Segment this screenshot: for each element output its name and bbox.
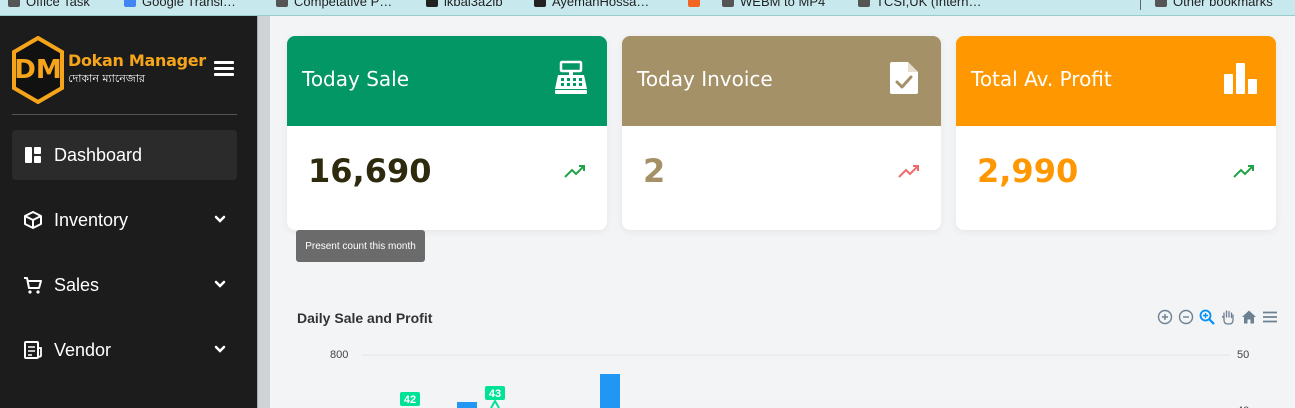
bookmark-item[interactable]: Competative P… bbox=[276, 0, 392, 9]
card-total-av-profit[interactable]: Total Av. Profit 2,990 bbox=[956, 36, 1276, 230]
trend-up-icon bbox=[564, 165, 585, 178]
bookmark-item[interactable]: WEBM to MP4 bbox=[722, 0, 825, 9]
bookmark-item[interactable]: Other bookmarks bbox=[1155, 0, 1273, 9]
bookmark-icon bbox=[276, 0, 288, 7]
bookmark-label: Office Task bbox=[26, 0, 90, 9]
bookmark-item[interactable]: AyemanHossa… bbox=[534, 0, 649, 9]
y-right-tick: 50 bbox=[1237, 349, 1249, 361]
card-header: Total Av. Profit bbox=[956, 36, 1276, 126]
bookmark-icon bbox=[534, 0, 546, 7]
cart-icon bbox=[22, 274, 44, 296]
bookmark-item[interactable]: Office Task bbox=[8, 0, 90, 9]
chart-toolbar bbox=[1156, 308, 1278, 325]
bookmark-icon bbox=[688, 0, 700, 7]
sidebar-item-dashboard[interactable]: Dashboard bbox=[12, 130, 237, 180]
bookmark-icon bbox=[722, 0, 734, 7]
dashboard-icon bbox=[22, 144, 44, 166]
bookmark-label: ikbal3a2ib bbox=[444, 0, 503, 9]
bookmarks-bar: Office Task Google Transl… Competative P… i… bbox=[0, 0, 1295, 16]
bookmark-separator bbox=[1140, 0, 1141, 10]
zoom-in-icon[interactable] bbox=[1156, 308, 1173, 325]
bookmark-icon bbox=[1155, 0, 1167, 7]
reset-home-icon[interactable] bbox=[1240, 308, 1257, 325]
dokan-manager-logo-icon: DM bbox=[12, 36, 64, 104]
card-title: Today Sale bbox=[302, 67, 410, 91]
chevron-down-icon bbox=[214, 215, 226, 223]
selection-zoom-icon[interactable] bbox=[1198, 308, 1215, 325]
sidebar-item-label: Sales bbox=[54, 274, 100, 295]
sidebar: DM Dokan Manager দোকান ম্যানেজার Dashboa… bbox=[0, 16, 257, 408]
card-header: Today Invoice bbox=[622, 36, 941, 126]
bookmark-label: AyemanHossa… bbox=[552, 0, 650, 9]
bookmark-icon bbox=[8, 0, 20, 7]
card-today-sale[interactable]: Today Sale 16,690 bbox=[287, 36, 607, 230]
bookmark-item[interactable]: TCSI,UK (Intern… bbox=[858, 0, 981, 9]
trend-up-icon bbox=[1233, 165, 1254, 178]
logo-subtitle: দোকান ম্যানেজার bbox=[68, 72, 145, 85]
bookmark-item[interactable]: ikbal3a2ib bbox=[426, 0, 503, 9]
card-value: 2,990 bbox=[977, 152, 1079, 190]
bookmark-label: Competative P… bbox=[294, 0, 393, 9]
sidebar-divider bbox=[12, 114, 237, 115]
bookmark-icon bbox=[858, 0, 870, 7]
sidebar-item-sales[interactable]: Sales bbox=[12, 260, 237, 310]
bookmark-label: TCSI,UK (Intern… bbox=[876, 0, 982, 9]
daily-sale-profit-chart: 800 50 40 42 43 bbox=[330, 349, 1249, 408]
zoom-out-icon[interactable] bbox=[1177, 308, 1194, 325]
card-header: Today Sale bbox=[287, 36, 607, 126]
file-check-icon bbox=[890, 62, 918, 94]
bookmark-label: Other bookmarks bbox=[1173, 0, 1273, 9]
pan-icon[interactable] bbox=[1219, 308, 1236, 325]
card-today-invoice[interactable]: Today Invoice 2 bbox=[622, 36, 941, 230]
bar-chart-icon bbox=[1224, 63, 1257, 94]
bar[interactable] bbox=[457, 402, 477, 408]
chart-title: Daily Sale and Profit bbox=[297, 310, 433, 326]
sidebar-item-label: Inventory bbox=[54, 209, 129, 230]
bookmark-item[interactable]: Google Transl… bbox=[124, 0, 236, 9]
logo[interactable]: DM Dokan Manager দোকান ম্যানেজার bbox=[12, 36, 206, 104]
bookmark-icon bbox=[426, 0, 438, 7]
menu-icon[interactable] bbox=[1261, 308, 1278, 325]
marker bbox=[490, 398, 500, 408]
card-value: 16,690 bbox=[308, 152, 432, 190]
box-icon bbox=[22, 209, 44, 231]
tooltip: Present count this month bbox=[296, 230, 425, 262]
bookmark-label: WEBM to MP4 bbox=[740, 0, 826, 9]
cash-register-icon bbox=[555, 60, 587, 94]
logo-title: Dokan Manager bbox=[68, 51, 206, 70]
sidebar-item-label: Vendor bbox=[54, 339, 112, 360]
bar[interactable] bbox=[600, 374, 620, 408]
bookmark-label: Google Transl… bbox=[142, 0, 236, 9]
data-label: 42 bbox=[404, 394, 416, 406]
card-title: Total Av. Profit bbox=[971, 67, 1112, 91]
data-label: 43 bbox=[489, 388, 501, 400]
sidebar-item-inventory[interactable]: Inventory bbox=[12, 195, 237, 245]
sidebar-item-label: Dashboard bbox=[54, 144, 143, 165]
card-value: 2 bbox=[643, 152, 666, 190]
y-left-tick: 800 bbox=[330, 349, 348, 361]
vendor-icon bbox=[22, 339, 44, 361]
trend-up-icon bbox=[898, 165, 919, 178]
card-title: Today Invoice bbox=[637, 67, 773, 91]
sidebar-scrollbar[interactable] bbox=[257, 16, 270, 408]
bookmark-icon bbox=[124, 0, 136, 7]
svg-text:DM: DM bbox=[14, 55, 61, 85]
chevron-down-icon bbox=[214, 345, 226, 353]
sidebar-item-vendor[interactable]: Vendor bbox=[12, 325, 237, 375]
hamburger-menu-icon[interactable] bbox=[214, 61, 234, 77]
bookmark-item[interactable] bbox=[688, 0, 706, 9]
chevron-down-icon bbox=[214, 280, 226, 288]
